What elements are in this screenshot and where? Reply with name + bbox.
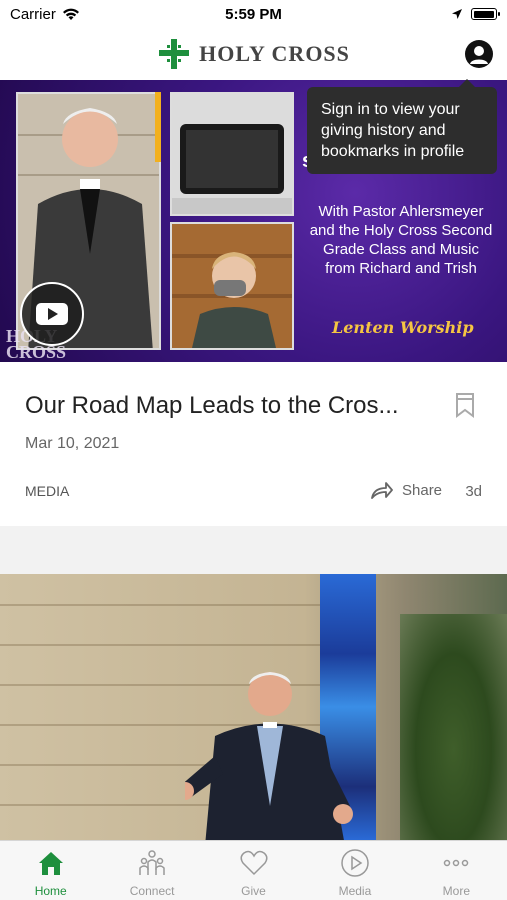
youtube-play-button[interactable] [20,282,84,346]
card-category: MEDIA [25,483,70,499]
heart-icon [240,850,268,876]
tablet-photo [170,92,294,216]
tab-more[interactable]: More [406,841,507,900]
tab-label: Home [34,884,67,898]
share-label: Share [402,481,443,499]
ellipsis-icon [444,859,469,867]
brand-logo: HOLY CROSS [157,37,350,71]
home-icon [38,852,63,875]
tab-label: Give [241,884,266,898]
carrier-label: Carrier [10,5,56,23]
plant-foliage [400,614,507,840]
hero-script-text: Lenten Worship [332,318,474,337]
hero-subtitle: With Pastor Ahlersmeyer and the Holy Cro… [309,203,493,277]
brand-name: HOLY CROSS [199,41,350,66]
battery-icon [471,8,500,20]
user-avatar-icon [470,46,488,64]
share-arrow-icon [371,482,393,499]
tab-bar: Home Connect Give Media More [0,840,507,900]
profile-button[interactable] [465,40,493,68]
status-bar: Carrier 5:59 PM [0,0,507,28]
app-header: HOLY CROSS [0,28,507,80]
cross-logo-icon [159,39,190,69]
tab-label: More [442,884,470,898]
bookmark-icon[interactable] [455,392,475,418]
wifi-icon [62,8,79,20]
preaching-pastor-photo [185,672,353,840]
media-card-2-image[interactable] [0,574,507,840]
share-button[interactable]: Share [370,480,442,500]
gold-accent-bar [155,92,161,162]
location-arrow-icon [452,9,462,19]
status-right [451,8,500,20]
tab-media[interactable]: Media [304,841,405,900]
tab-home[interactable]: Home [0,841,101,900]
tab-connect[interactable]: Connect [101,841,202,900]
sign-in-tooltip[interactable]: Sign in to view your giving history and … [307,79,497,174]
people-icon [139,850,165,875]
youtube-icon [36,303,68,325]
tab-label: Media [338,884,372,898]
student-photo [170,222,294,350]
card-age: 3d [465,483,482,500]
tab-give[interactable]: Give [203,841,304,900]
play-circle-icon [341,849,369,877]
tab-label: Connect [129,884,175,898]
status-left: Carrier [10,6,80,23]
card-date: Mar 10, 2021 [25,435,120,452]
card-title[interactable]: Our Road Map Leads to the Cros... [25,392,425,420]
